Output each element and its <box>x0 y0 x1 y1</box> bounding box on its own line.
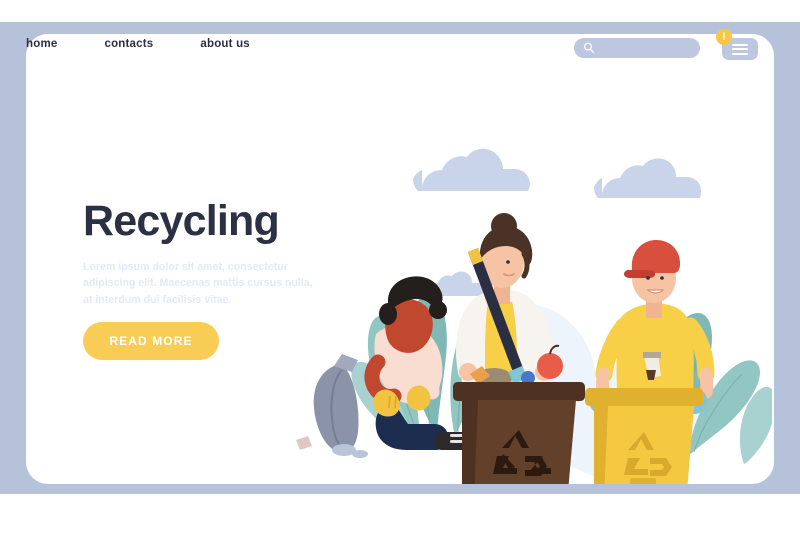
read-more-button[interactable]: READ MORE <box>83 322 219 360</box>
landing-page-card: Recycling Lorem ipsum dolor sit amet, co… <box>26 34 774 484</box>
notification-badge[interactable]: ! <box>716 29 732 45</box>
hamburger-menu-icon <box>732 44 748 47</box>
recycling-illustration <box>272 134 772 484</box>
nav-item-about-us[interactable]: about us <box>200 38 250 50</box>
main-navigation: home contacts about us <box>26 38 250 50</box>
screenshot-root: Recycling Lorem ipsum dolor sit amet, co… <box>0 0 800 533</box>
nav-item-home[interactable]: home <box>26 38 57 50</box>
hamburger-menu-icon-bar2 <box>732 48 748 51</box>
hamburger-menu-icon-bar3 <box>732 52 748 55</box>
brown-recycling-bin <box>453 366 585 484</box>
hero-description: Lorem ipsum dolor sit amet, consectetur … <box>83 261 313 306</box>
search-input[interactable] <box>574 38 700 58</box>
search-icon <box>583 42 595 54</box>
hero-text-block: Recycling Lorem ipsum dolor sit amet, co… <box>83 200 333 308</box>
page-title: Recycling <box>83 197 280 245</box>
nav-item-contacts[interactable]: contacts <box>104 38 153 50</box>
